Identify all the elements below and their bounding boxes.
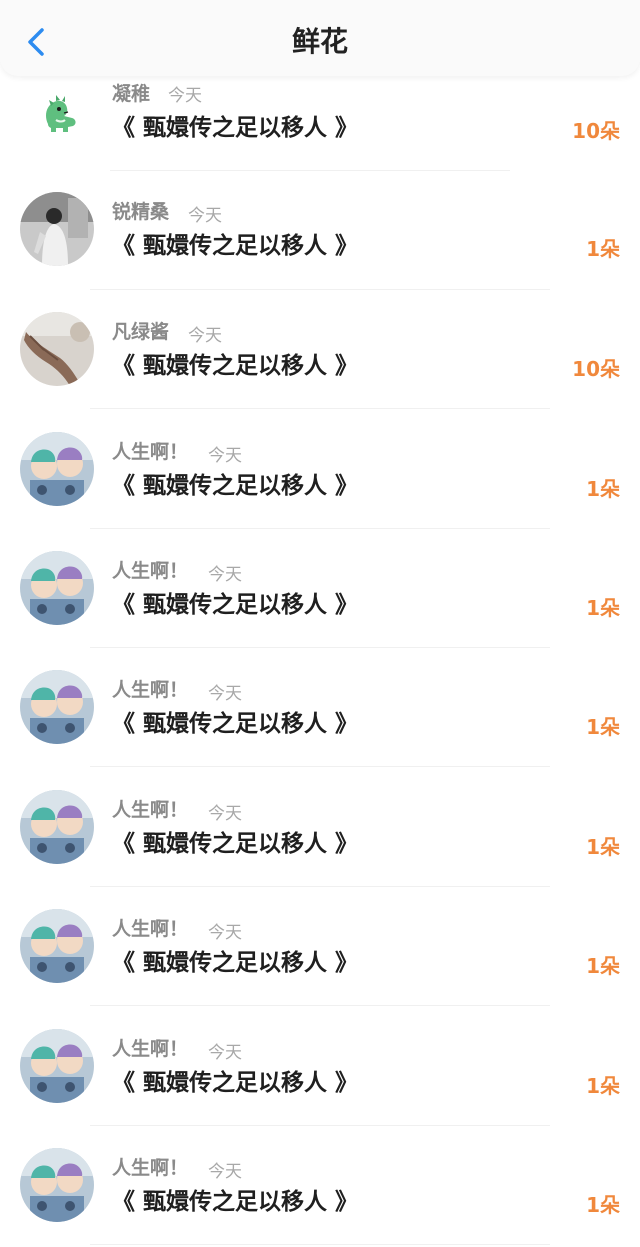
flower-count: 1朵 <box>586 1193 620 1217</box>
flower-count: 1朵 <box>586 477 620 501</box>
user-avatar[interactable] <box>20 909 94 983</box>
user-name: 人生啊！ <box>112 799 189 821</box>
user-avatar[interactable] <box>20 551 94 625</box>
user-avatar[interactable] <box>20 790 94 864</box>
user-avatar[interactable] <box>20 670 94 744</box>
divider <box>90 766 550 767</box>
user-name: 人生啊！ <box>112 441 189 463</box>
work-title[interactable]: 《 甄嬛传之足以移人 》 <box>112 350 358 382</box>
timestamp: 今天 <box>208 446 242 466</box>
divider <box>90 408 550 409</box>
work-title[interactable]: 《 甄嬛传之足以移人 》 <box>112 1186 358 1218</box>
flower-count: 10朵 <box>572 357 620 381</box>
user-name: 凝稚 <box>112 83 151 105</box>
user-name: 人生啊！ <box>112 679 189 701</box>
user-avatar[interactable] <box>20 432 94 506</box>
top-nav-bar: 鲜花 <box>0 0 640 76</box>
flower-count: 10朵 <box>572 119 620 143</box>
timestamp: 今天 <box>188 326 222 346</box>
work-title[interactable]: 《 甄嬛传之足以移人 》 <box>112 112 358 144</box>
work-title[interactable]: 《 甄嬛传之足以移人 》 <box>112 947 358 979</box>
user-avatar[interactable] <box>20 312 94 386</box>
list-item[interactable]: 凡绿酱 今天 《 甄嬛传之足以移人 》 10朵 <box>0 290 640 409</box>
page-title: 鲜花 <box>291 25 348 58</box>
timestamp: 今天 <box>208 923 242 943</box>
flower-count: 1朵 <box>586 954 620 978</box>
user-name: 人生啊！ <box>112 560 189 582</box>
flower-list: 凝稚 今天 《 甄嬛传之足以移人 》 10朵 锐精桑 今天 《 甄嬛传之足以移人… <box>0 0 640 1247</box>
user-name: 人生啊！ <box>112 1157 189 1179</box>
timestamp: 今天 <box>168 86 202 106</box>
timestamp: 今天 <box>208 684 242 704</box>
work-title[interactable]: 《 甄嬛传之足以移人 》 <box>112 1067 358 1099</box>
user-name: 人生啊！ <box>112 918 189 940</box>
flower-count: 1朵 <box>586 237 620 261</box>
timestamp: 今天 <box>188 206 222 226</box>
flower-count: 1朵 <box>586 1074 620 1098</box>
list-item[interactable]: 人生啊！ 今天 《 甄嬛传之足以移人 》 1朵 <box>0 768 640 887</box>
timestamp: 今天 <box>208 1043 242 1063</box>
list-item[interactable]: 人生啊！ 今天 《 甄嬛传之足以移人 》 1朵 <box>0 1126 640 1245</box>
user-avatar[interactable] <box>20 1148 94 1222</box>
timestamp: 今天 <box>208 565 242 585</box>
user-avatar[interactable] <box>20 1029 94 1103</box>
list-item[interactable]: 人生啊！ 今天 《 甄嬛传之足以移人 》 1朵 <box>0 410 640 529</box>
divider <box>90 1244 550 1245</box>
user-name: 锐精桑 <box>112 201 170 223</box>
user-avatar[interactable] <box>20 192 94 266</box>
timestamp: 今天 <box>208 1162 242 1182</box>
list-item[interactable]: 人生啊！ 今天 《 甄嬛传之足以移人 》 1朵 <box>0 1007 640 1126</box>
work-title[interactable]: 《 甄嬛传之足以移人 》 <box>112 589 358 621</box>
flower-count: 1朵 <box>586 835 620 859</box>
flower-count: 1朵 <box>586 596 620 620</box>
timestamp: 今天 <box>208 804 242 824</box>
list-item[interactable]: 人生啊！ 今天 《 甄嬛传之足以移人 》 1朵 <box>0 648 640 767</box>
user-name: 凡绿酱 <box>112 321 170 343</box>
dinosaur-avatar-icon <box>34 88 84 138</box>
work-title[interactable]: 《 甄嬛传之足以移人 》 <box>112 828 358 860</box>
work-title[interactable]: 《 甄嬛传之足以移人 》 <box>112 708 358 740</box>
flower-count: 1朵 <box>586 715 620 739</box>
work-title[interactable]: 《 甄嬛传之足以移人 》 <box>112 230 358 262</box>
user-name: 人生啊！ <box>112 1038 189 1060</box>
work-title[interactable]: 《 甄嬛传之足以移人 》 <box>112 470 358 502</box>
list-item[interactable]: 锐精桑 今天 《 甄嬛传之足以移人 》 1朵 <box>0 170 640 290</box>
divider <box>90 1005 550 1006</box>
list-item[interactable]: 人生啊！ 今天 《 甄嬛传之足以移人 》 1朵 <box>0 887 640 1006</box>
list-item[interactable]: 人生啊！ 今天 《 甄嬛传之足以移人 》 1朵 <box>0 529 640 648</box>
